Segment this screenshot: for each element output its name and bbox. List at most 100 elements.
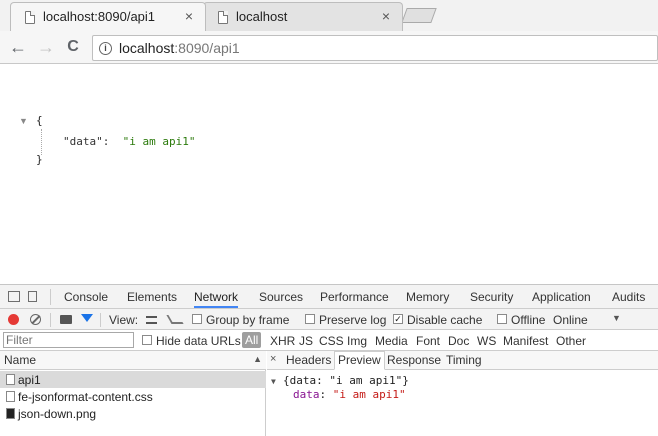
expand-triangle-icon[interactable]: ▼ <box>271 377 276 386</box>
close-tab-icon[interactable]: × <box>382 8 390 24</box>
document-icon <box>6 374 15 385</box>
page-content: ▼ { "data": "i am api1" } <box>0 65 658 284</box>
tab-elements[interactable]: Elements <box>127 290 177 304</box>
tab-performance[interactable]: Performance <box>320 290 389 304</box>
tab-network[interactable]: Network <box>194 290 239 308</box>
inspect-element-icon[interactable] <box>8 291 20 302</box>
close-tab-icon[interactable]: × <box>185 8 193 24</box>
json-close-brace: } <box>36 153 43 166</box>
browser-tab-title: localhost <box>236 9 288 24</box>
tab-security[interactable]: Security <box>470 290 513 304</box>
devtools-tab-bar: Console Elements Network Sources Perform… <box>0 285 658 309</box>
tab-audits[interactable]: Audits <box>612 290 645 304</box>
devtools-panel: Console Elements Network Sources Perform… <box>0 284 658 436</box>
disable-cache-checkbox[interactable]: ✓ <box>393 314 403 324</box>
tab-application[interactable]: Application <box>532 290 591 304</box>
filter-type-xhr[interactable]: XHR <box>270 334 295 348</box>
group-by-frame-label: Group by frame <box>206 313 290 327</box>
browser-tab-api1[interactable]: localhost:8090/api1 × <box>10 2 206 31</box>
json-guide-line <box>41 129 42 155</box>
tab-response[interactable]: Response <box>387 353 441 367</box>
json-colon: : <box>102 135 110 148</box>
filter-bar: Hide data URLs All XHR JS CSS Img Media … <box>0 330 658 351</box>
json-key: "data" <box>63 135 103 148</box>
network-toolbar: View: Group by frame Preserve log ✓ Disa… <box>0 309 658 330</box>
offline-label: Offline <box>511 313 546 327</box>
hide-data-urls-checkbox[interactable] <box>142 335 152 345</box>
json-property-row: "data": "i am api1" <box>63 135 195 148</box>
tab-preview[interactable]: Preview <box>334 351 385 370</box>
forward-arrow-icon[interactable]: → <box>36 36 56 58</box>
tab-memory[interactable]: Memory <box>406 290 449 304</box>
group-by-frame-checkbox[interactable] <box>192 314 202 324</box>
tab-timing[interactable]: Timing <box>446 353 482 367</box>
collapse-triangle-icon[interactable]: ▼ <box>19 116 28 126</box>
table-row[interactable]: json-down.png <box>0 405 266 422</box>
filter-type-manifest[interactable]: Manifest <box>503 334 548 348</box>
filter-type-all[interactable]: All <box>242 332 262 348</box>
preserve-log-label: Preserve log <box>319 313 387 327</box>
browser-tab-strip: localhost:8090/api1 × localhost × <box>0 0 658 31</box>
table-row[interactable]: api1 <box>0 371 266 388</box>
filter-type-font[interactable]: Font <box>416 334 440 348</box>
filter-input[interactable] <box>3 332 134 348</box>
preview-property: data: "i am api1" <box>293 388 406 401</box>
sort-ascending-icon[interactable]: ▲ <box>253 354 262 364</box>
details-tab-bar: × Headers Preview Response Timing <box>267 351 658 370</box>
divider <box>50 313 51 327</box>
back-arrow-icon[interactable]: ← <box>8 36 28 58</box>
address-bar[interactable]: i localhost:8090/api1 <box>92 35 658 61</box>
preview-summary: {data: "i am api1"} <box>283 374 409 387</box>
request-name: json-down.png <box>18 407 97 421</box>
record-icon[interactable] <box>8 314 19 325</box>
reload-icon[interactable]: C <box>63 36 83 58</box>
large-rows-icon[interactable] <box>146 316 157 324</box>
chevron-down-icon[interactable]: ▼ <box>612 313 621 323</box>
preview-colon: : <box>319 388 327 401</box>
view-label: View: <box>109 313 139 327</box>
json-value: "i am api1" <box>122 135 196 148</box>
filter-type-js[interactable]: JS <box>299 334 313 348</box>
name-column-header[interactable]: Name <box>4 353 36 367</box>
page-icon <box>218 11 228 24</box>
preserve-log-checkbox[interactable] <box>305 314 315 324</box>
tab-console[interactable]: Console <box>64 290 108 304</box>
request-name: fe-jsonformat-content.css <box>18 390 153 404</box>
filter-type-css[interactable]: CSS <box>319 334 344 348</box>
new-tab-button[interactable] <box>401 8 437 23</box>
overview-icon[interactable] <box>166 315 184 324</box>
request-details: × Headers Preview Response Timing ▼ {dat… <box>267 351 658 436</box>
browser-toolbar: ← → C i localhost:8090/api1 <box>0 31 658 64</box>
divider <box>50 289 51 305</box>
preview-value: "i am api1" <box>332 388 406 401</box>
request-list-header: Name ▲ <box>0 351 266 370</box>
offline-checkbox[interactable] <box>497 314 507 324</box>
browser-tab-localhost[interactable]: localhost × <box>203 2 403 31</box>
json-open-brace: { <box>36 114 43 127</box>
request-list: Name ▲ api1 fe-jsonformat-content.css js… <box>0 351 266 436</box>
request-name: api1 <box>18 373 41 387</box>
info-icon[interactable]: i <box>99 42 112 55</box>
url-text: localhost:8090/api1 <box>119 40 240 56</box>
stylesheet-icon <box>6 391 15 402</box>
divider <box>100 313 101 327</box>
clear-icon[interactable] <box>30 314 41 325</box>
table-row[interactable]: fe-jsonformat-content.css <box>0 388 266 405</box>
filter-type-media[interactable]: Media <box>375 334 408 348</box>
disable-cache-label: Disable cache <box>407 313 483 327</box>
browser-tab-title: localhost:8090/api1 <box>43 9 156 24</box>
throttling-select[interactable]: Online <box>553 313 588 327</box>
filter-type-doc[interactable]: Doc <box>448 334 469 348</box>
filter-icon[interactable] <box>81 314 93 322</box>
image-icon <box>6 408 15 419</box>
close-icon[interactable]: × <box>270 353 276 365</box>
hide-data-urls-label: Hide data URLs <box>156 334 241 348</box>
filter-type-ws[interactable]: WS <box>477 334 496 348</box>
camera-icon[interactable] <box>60 315 72 324</box>
preview-key: data <box>293 388 320 401</box>
tab-headers[interactable]: Headers <box>286 353 331 367</box>
filter-type-other[interactable]: Other <box>556 334 586 348</box>
tab-sources[interactable]: Sources <box>259 290 303 304</box>
device-toolbar-icon[interactable] <box>28 291 37 302</box>
filter-type-img[interactable]: Img <box>347 334 367 348</box>
